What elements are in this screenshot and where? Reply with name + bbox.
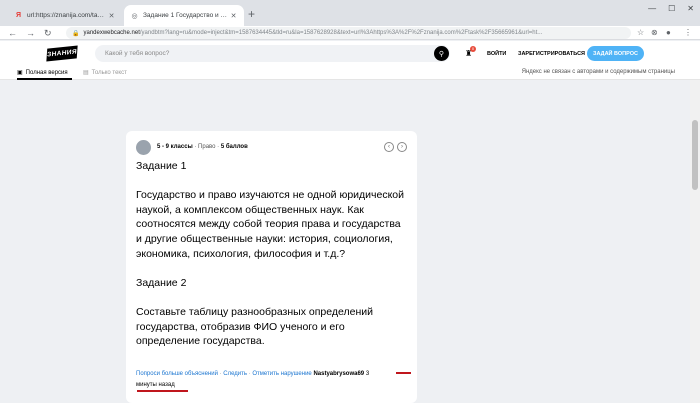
text-only-label: Только текст [91, 69, 127, 76]
search-placeholder: Какой у тебя вопрос? [105, 50, 170, 57]
full-version-label: Полная версия [25, 69, 68, 76]
full-version-tab[interactable]: ▣ Полная версия [17, 69, 68, 77]
new-tab-button[interactable]: + [248, 7, 255, 21]
cache-bar: ▣ Полная версия ▤ Только текст Яндекс не… [0, 66, 700, 80]
task1-title: Задание 1 [136, 160, 187, 172]
menu-kebab-icon[interactable]: ⋮ [684, 26, 692, 40]
close-window-button[interactable]: ✕ [687, 4, 694, 13]
footer-separator: · [248, 371, 251, 377]
follow-link[interactable]: Следить [223, 371, 247, 377]
document-icon: ▤ [83, 70, 89, 76]
question-text: Задание 1 Государство и право изучаются … [136, 159, 404, 349]
avatar[interactable] [136, 140, 151, 155]
maximize-button[interactable]: ☐ [668, 4, 675, 13]
meta-separator: · [194, 144, 197, 150]
notifications-icon[interactable]: ♜ 0 [465, 46, 476, 58]
register-link[interactable]: ЗАРЕГИСТРИРОВАТЬСЯ [518, 51, 585, 57]
back-arrow-icon[interactable]: ← [8, 26, 17, 40]
tab-title: url:https://znanija.com/task/35665 [27, 12, 107, 19]
browser-tab-znanija[interactable]: ◎ Задание 1 Государство и право и ✕ [124, 5, 244, 26]
question-footer: Попроси больше объяснений · Следить · От… [136, 369, 411, 391]
footer-separator: · [219, 371, 222, 377]
task1-body: Государство и право изучаются не одной ю… [136, 189, 404, 260]
ask-more-link[interactable]: Попроси больше объяснений [136, 371, 218, 377]
annotation-underline [396, 372, 411, 374]
address-path: /yandbtm?lang=ru&mode=inject&tm=15876344… [139, 30, 543, 36]
scrollbar-thumb[interactable] [692, 120, 698, 190]
page-scrollbar[interactable] [690, 80, 700, 403]
grade-label: 5 - 9 классы [157, 144, 193, 150]
site-search-input[interactable]: Какой у тебя вопрос? ⚲ [95, 45, 450, 62]
browser-tab-bar: Я url:https://znanija.com/task/35665 ✕ ◎… [0, 0, 700, 26]
author-name[interactable]: Nastyabrysowa69 [313, 371, 364, 377]
yandex-icon: Я [15, 12, 22, 19]
cache-disclaimer: Яндекс не связан с авторами и содержимым… [521, 69, 675, 75]
question-card: 5 - 9 классы · Право · 5 баллов ‹ › Зада… [126, 131, 417, 403]
question-nav: ‹ › [384, 142, 407, 152]
timestamp-number: 3 [365, 371, 370, 377]
page-icon: ▣ [17, 70, 23, 76]
globe-icon: ◎ [131, 12, 138, 20]
close-tab-icon[interactable]: ✕ [229, 12, 238, 20]
timestamp-text: минуты назад [136, 382, 175, 388]
znanija-logo[interactable]: ЗНАНИЯ [46, 45, 78, 62]
reload-icon[interactable]: ↻ [44, 26, 52, 40]
ask-question-button[interactable]: ЗАДАЙ ВОПРОС [587, 46, 644, 61]
bookmark-star-icon[interactable]: ☆ [637, 26, 644, 40]
annotation-underline [137, 390, 188, 392]
lock-icon: 🔒 [72, 30, 80, 37]
address-bar[interactable]: 🔒 yandexwebcache.net /yandbtm?lang=ru&mo… [66, 27, 631, 39]
chevron-right-icon[interactable]: › [397, 142, 407, 152]
tab-title: Задание 1 Государство и право и [143, 12, 229, 19]
question-meta: 5 - 9 классы · Право · 5 баллов [157, 144, 248, 150]
report-link[interactable]: Отметить нарушение [252, 371, 311, 377]
chevron-left-icon[interactable]: ‹ [384, 142, 394, 152]
login-link[interactable]: ВОЙТИ [487, 51, 506, 57]
task2-body: Составьте таблицу разнообразных определе… [136, 305, 373, 348]
forward-arrow-icon[interactable]: → [26, 26, 35, 40]
browser-tab-yandex[interactable]: Я url:https://znanija.com/task/35665 ✕ [8, 5, 122, 26]
notification-badge: 0 [470, 46, 476, 52]
site-header: ЗНАНИЯ Какой у тебя вопрос? ⚲ ♜ 0 ВОЙТИ З… [0, 41, 700, 66]
profile-avatar-icon[interactable]: ● [666, 26, 671, 40]
close-tab-icon[interactable]: ✕ [107, 12, 116, 20]
extension-icon[interactable]: ⊗ [651, 26, 658, 40]
minimize-button[interactable]: — [648, 4, 656, 13]
task2-title: Задание 2 [136, 276, 187, 289]
subject-link[interactable]: Право [198, 144, 215, 150]
address-host: yandexwebcache.net [83, 30, 140, 36]
meta-separator: · [217, 144, 220, 150]
points-label: 5 баллов [220, 144, 248, 150]
search-icon[interactable]: ⚲ [434, 46, 449, 61]
browser-toolbar: ← → ↻ 🔒 yandexwebcache.net /yandbtm?lang… [0, 26, 700, 40]
text-only-tab[interactable]: ▤ Только текст [83, 69, 127, 77]
active-tab-underline [17, 78, 72, 80]
window-controls: — ☐ ✕ [648, 4, 694, 13]
